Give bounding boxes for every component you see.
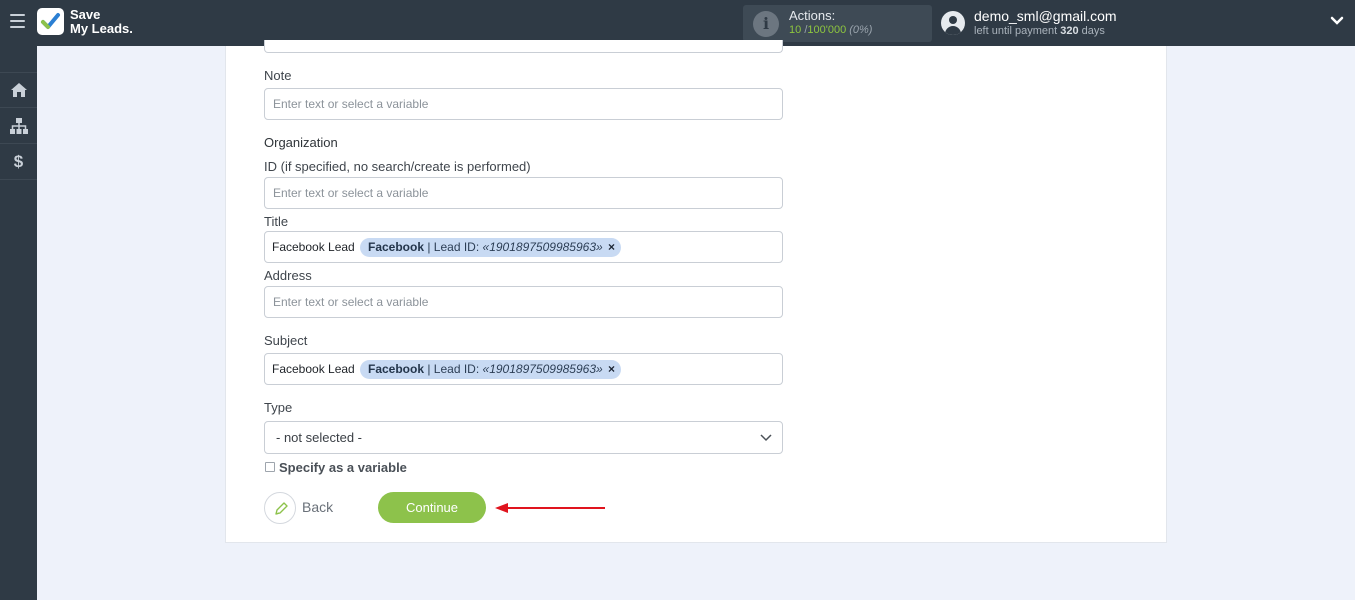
continue-button[interactable]: Continue: [378, 492, 486, 523]
actions-counter: i Actions: 10 /100'000 (0%): [743, 5, 932, 42]
info-icon: i: [753, 11, 779, 37]
payment-prefix: left until payment: [974, 25, 1058, 37]
specify-variable-checkbox[interactable]: [265, 462, 275, 472]
logo-line1: Save: [70, 7, 101, 22]
menu-icon[interactable]: [10, 14, 25, 28]
remove-chip-icon[interactable]: ×: [608, 240, 615, 254]
title-input[interactable]: Facebook Lead Facebook | Lead ID: «19018…: [264, 231, 783, 263]
sidebar-item-home[interactable]: [0, 72, 37, 108]
actions-title: Actions:: [789, 8, 836, 23]
user-email[interactable]: demo_sml@gmail.com: [974, 8, 1117, 24]
sidebar-item-billing[interactable]: $: [0, 144, 37, 180]
pencil-icon: [275, 502, 288, 515]
type-label: Type: [264, 400, 293, 415]
annotation-arrow-icon: [495, 503, 605, 513]
org-id-input[interactable]: Enter text or select a variable: [264, 177, 783, 209]
sitemap-icon: [9, 117, 28, 134]
remove-chip-icon[interactable]: ×: [608, 362, 615, 376]
previous-field-input[interactable]: [264, 40, 783, 53]
payment-info: left until payment 320 days: [974, 25, 1105, 37]
user-avatar-icon[interactable]: [941, 11, 965, 35]
subject-input[interactable]: Facebook Lead Facebook | Lead ID: «19018…: [264, 353, 783, 385]
actions-used: 10: [789, 24, 802, 36]
actions-count: 10 /100'000 (0%): [789, 24, 872, 36]
title-label: Title: [264, 214, 289, 229]
chip-value: «1901897509985963»: [482, 240, 603, 254]
actions-percent: (0%): [849, 24, 873, 36]
logo-text[interactable]: Save My Leads.: [70, 8, 133, 36]
title-value: Facebook Lead: [272, 240, 355, 254]
title-variable-chip[interactable]: Facebook | Lead ID: «1901897509985963» ×: [360, 238, 622, 257]
home-icon: [10, 83, 27, 97]
subject-variable-chip[interactable]: Facebook | Lead ID: «1901897509985963» ×: [360, 360, 622, 379]
note-placeholder: Enter text or select a variable: [273, 97, 429, 111]
actions-total: 100'000: [807, 24, 847, 36]
sidebar: $: [0, 46, 37, 600]
logo-icon[interactable]: [37, 8, 64, 35]
logo-line2: My Leads.: [70, 21, 133, 36]
payment-suffix: days: [1081, 25, 1105, 37]
chip-field: | Lead ID:: [427, 240, 480, 254]
chevron-down-icon: [760, 434, 772, 442]
chip-source: Facebook: [368, 362, 425, 376]
subject-value: Facebook Lead: [272, 362, 355, 376]
org-id-placeholder: Enter text or select a variable: [273, 186, 429, 200]
specify-variable-label[interactable]: Specify as a variable: [279, 460, 407, 475]
back-button[interactable]: [264, 492, 296, 524]
dollar-icon: $: [13, 151, 24, 171]
chip-source: Facebook: [368, 240, 425, 254]
subject-label: Subject: [264, 333, 308, 348]
organization-heading: Organization: [264, 135, 338, 150]
back-label[interactable]: Back: [302, 499, 333, 515]
chevron-down-icon[interactable]: [1330, 16, 1344, 26]
type-select[interactable]: - not selected -: [264, 421, 783, 454]
address-label: Address: [264, 268, 312, 283]
note-label: Note: [264, 68, 292, 83]
chip-field: | Lead ID:: [427, 362, 480, 376]
payment-days: 320: [1060, 25, 1079, 37]
type-selected-value: - not selected -: [276, 430, 362, 445]
address-placeholder: Enter text or select a variable: [273, 295, 429, 309]
note-input[interactable]: Enter text or select a variable: [264, 88, 783, 120]
chip-value: «1901897509985963»: [482, 362, 603, 376]
org-id-label: ID (if specified, no search/create is pe…: [264, 159, 531, 174]
sidebar-item-structure[interactable]: [0, 108, 37, 144]
address-input[interactable]: Enter text or select a variable: [264, 286, 783, 318]
